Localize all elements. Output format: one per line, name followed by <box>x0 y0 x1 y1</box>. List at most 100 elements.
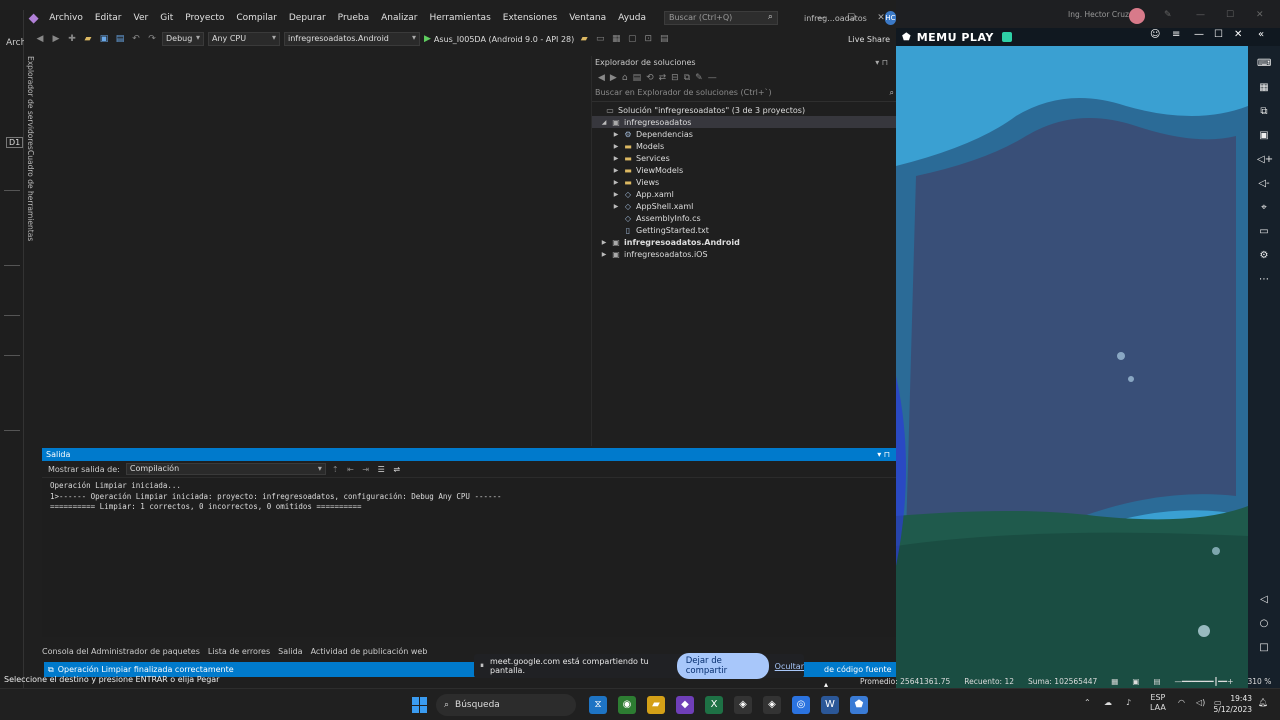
output-text[interactable]: Operación Limpiar iniciada... 1>------ Op… <box>42 477 896 637</box>
tree-item[interactable]: ◇ AssemblyInfo.cs <box>592 212 896 224</box>
expand-arrow-icon[interactable]: ▶ <box>610 179 622 186</box>
account-icon[interactable]: ☺ <box>1150 29 1160 40</box>
volume-down-icon[interactable]: ◁- <box>1257 178 1271 189</box>
solution-node[interactable]: ▭ Solución "infregresoadatos" (3 de 3 pr… <box>592 104 896 116</box>
emulator-screen[interactable] <box>896 46 1248 688</box>
menu-ventana[interactable]: Ventana <box>563 13 612 23</box>
minimize-icon[interactable]: — <box>806 8 836 28</box>
emulator-app-icon[interactable] <box>1001 32 1012 42</box>
multi-instance-icon[interactable]: ⧉ <box>1257 106 1271 117</box>
next-message-icon[interactable]: ⇥ <box>362 465 369 474</box>
notifications-icon[interactable]: 🔔︎ <box>1258 698 1268 707</box>
vscode-icon[interactable]: ⧖ <box>589 696 607 714</box>
language-indicator[interactable]: ESP LAA <box>1150 693 1166 713</box>
keymap-icon[interactable]: ▦ <box>1257 82 1271 93</box>
tab-output[interactable]: Salida <box>278 647 302 656</box>
chrome-icon[interactable]: ◎ <box>792 696 810 714</box>
layout-icon[interactable]: ▦ <box>610 33 622 45</box>
excel-icon[interactable]: X <box>705 696 723 714</box>
redo-icon[interactable]: ↷ <box>146 33 158 45</box>
android-home-icon[interactable]: ○ <box>1257 618 1271 629</box>
menu-herramientas[interactable]: Herramientas <box>423 13 496 23</box>
save-icon[interactable]: ▣ <box>98 33 110 45</box>
hide-link[interactable]: Ocultar <box>775 662 804 671</box>
tab-error-list[interactable]: Lista de errores <box>208 647 270 656</box>
configuration-select[interactable]: Debug <box>162 32 204 46</box>
expand-arrow-icon[interactable]: ▶ <box>610 155 622 162</box>
sync-icon[interactable]: ⇄ <box>659 73 667 83</box>
tree-item[interactable]: ▶ ⚙ Dependencias <box>592 128 896 140</box>
undo-icon[interactable]: ↶ <box>130 33 142 45</box>
bookmark-icon[interactable]: ⊡ <box>642 33 654 45</box>
clock[interactable]: 19:43 5/12/2023 <box>1214 693 1252 715</box>
hot-reload-icon[interactable]: ▰ <box>578 33 590 45</box>
stop-sharing-button[interactable]: Dejar de compartir <box>676 653 769 679</box>
app2-icon[interactable]: ◈ <box>763 696 781 714</box>
menu-editar[interactable]: Editar <box>89 13 128 23</box>
maximize-icon[interactable]: ☐ <box>836 8 866 28</box>
live-share-button[interactable]: Live Share <box>848 35 890 44</box>
windows-start-icon[interactable] <box>412 697 428 713</box>
save-all-icon[interactable]: ▤ <box>114 33 126 45</box>
zoom-level[interactable]: 310 % <box>1248 677 1272 686</box>
wifi-icon[interactable]: ◠ <box>1178 698 1185 707</box>
clear-all-icon[interactable]: ☰ <box>378 465 385 474</box>
tab-package-manager[interactable]: Consola del Administrador de paquetes <box>42 647 200 656</box>
back-icon[interactable]: ◀ <box>598 73 605 83</box>
menu-ayuda[interactable]: Ayuda <box>612 13 652 23</box>
go-to-error-icon[interactable]: ⇡ <box>332 465 339 474</box>
microphone-icon[interactable]: ♪ <box>1126 698 1131 707</box>
run-button[interactable]: ▶ Asus_I005DA (Android 9.0 - API 28) <box>424 34 574 44</box>
project-node-android[interactable]: ▶ ▣ infregresoadatos.Android <box>592 236 896 248</box>
expand-arrow-icon[interactable]: ▶ <box>598 251 610 258</box>
startup-project-select[interactable]: infregresoadatos.Android <box>284 32 420 46</box>
tree-item[interactable]: ▶ ▬ ViewModels <box>592 164 896 176</box>
back-icon[interactable]: ◀ <box>34 33 46 45</box>
window-icon[interactable]: ▢ <box>626 33 638 45</box>
expand-arrow-icon[interactable]: ▶ <box>598 239 610 246</box>
global-search-input[interactable]: Buscar (Ctrl+Q) ⌕ <box>663 11 778 25</box>
android-back-icon[interactable]: ◁ <box>1257 594 1271 605</box>
expand-arrow-icon[interactable]: ▶ <box>610 131 622 138</box>
device-icon[interactable]: ▭ <box>594 33 606 45</box>
tray-app-icon[interactable]: ☁ <box>1104 698 1112 707</box>
volume-up-icon[interactable]: ◁+ <box>1257 154 1273 165</box>
visual-studio-icon[interactable]: ◆ <box>676 696 694 714</box>
expand-arrow-icon[interactable]: ▶ <box>610 143 622 150</box>
taskbar-search[interactable]: ⌕ Búsqueda <box>436 694 576 716</box>
settings-icon[interactable]: ⚙ <box>1257 250 1271 261</box>
home-icon[interactable]: ⌂ <box>622 73 628 83</box>
menu-archivo[interactable]: Archivo <box>43 13 89 23</box>
tree-item[interactable]: ▶ ▬ Models <box>592 140 896 152</box>
tray-chevron-icon[interactable]: ⌃ <box>1084 698 1091 707</box>
chrome-alt-icon[interactable]: ◉ <box>618 696 636 714</box>
tree-item[interactable]: ▶ ▬ Views <box>592 176 896 188</box>
word-wrap-icon[interactable]: ⇌ <box>393 465 400 474</box>
prev-message-icon[interactable]: ⇤ <box>347 465 354 474</box>
close-icon[interactable]: ✕ <box>866 8 896 28</box>
switch-view-icon[interactable]: ▤ <box>633 73 642 83</box>
expand-arrow-icon[interactable]: ▶ <box>610 191 622 198</box>
menu-compilar[interactable]: Compilar <box>230 13 283 23</box>
file-explorer-icon[interactable]: ▰ <box>647 696 665 714</box>
normal-view-icon[interactable]: ▦ <box>1111 677 1118 686</box>
menu-git[interactable]: Git <box>154 13 179 23</box>
menu-icon[interactable]: ≡ <box>1172 29 1180 40</box>
maximize-icon[interactable]: ☐ <box>1214 29 1223 40</box>
keyboard-icon[interactable]: ⌨ <box>1257 58 1271 69</box>
panel-options-icon[interactable]: ▾ ⊓ <box>875 58 888 67</box>
server-explorer-tab[interactable]: Explorador de servidores <box>26 56 35 150</box>
android-recents-icon[interactable]: □ <box>1257 642 1271 653</box>
properties-icon[interactable]: ✎ <box>695 73 703 83</box>
memu-icon[interactable]: ⬟ <box>850 696 868 714</box>
tab-web-publish[interactable]: Actividad de publicación web <box>311 647 428 656</box>
menu-depurar[interactable]: Depurar <box>283 13 332 23</box>
app-icon[interactable]: ◈ <box>734 696 752 714</box>
pending-changes-icon[interactable]: ⟲ <box>646 73 654 83</box>
tree-item[interactable]: ▶ ▬ Services <box>592 152 896 164</box>
editor-area[interactable] <box>42 56 590 446</box>
tree-item[interactable]: ▶ ◇ AppShell.xaml <box>592 200 896 212</box>
forward-icon[interactable]: ▶ <box>610 73 617 83</box>
location-icon[interactable]: ⌖ <box>1257 202 1271 213</box>
solution-search-input[interactable]: Buscar en Explorador de soluciones (Ctrl… <box>592 88 896 102</box>
